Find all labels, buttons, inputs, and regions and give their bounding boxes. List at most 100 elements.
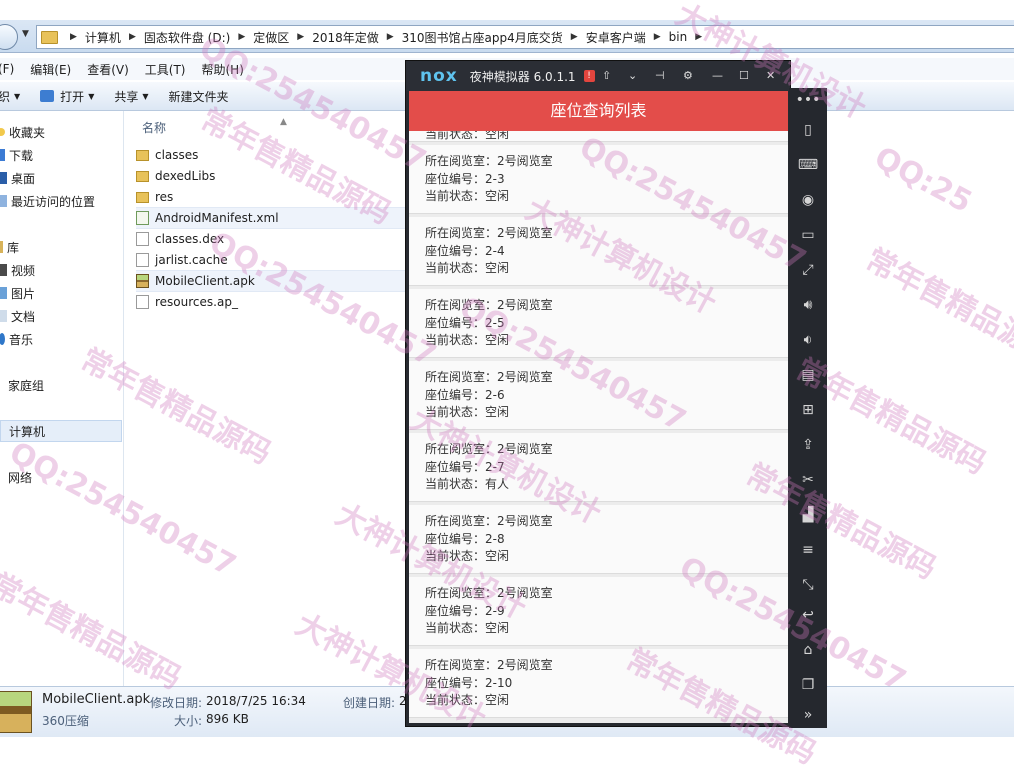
menu-file[interactable]: (F)	[0, 62, 14, 76]
nav-homegroup-label: 家庭组	[8, 378, 45, 393]
open-button[interactable]: 打开 ▼	[40, 88, 94, 105]
column-header-name[interactable]: 名称 ▲	[142, 117, 287, 136]
volume-up-icon[interactable]: 🔊︎	[798, 295, 818, 315]
file-row[interactable]: classes	[136, 145, 416, 165]
screen-icon[interactable]: ▭	[798, 225, 818, 245]
macro-icon[interactable]: ⊞	[798, 400, 818, 420]
file-icon	[136, 295, 149, 309]
file-row[interactable]: resources.ap_	[136, 292, 416, 312]
shake-icon[interactable]: ▯	[798, 120, 818, 140]
menu-edit[interactable]: 编辑(E)	[30, 61, 71, 78]
expand-icon[interactable]: »	[798, 705, 818, 725]
fullscreen-icon[interactable]: ⤢	[798, 260, 818, 280]
close-icon[interactable]: ✕	[766, 69, 775, 82]
gear-icon[interactable]: ⚙	[683, 69, 693, 82]
new-folder-button[interactable]: 新建文件夹	[169, 88, 229, 105]
breadcrumb-2018[interactable]: 2018年定做	[312, 29, 379, 46]
toolbox-icon[interactable]: ▤	[798, 365, 818, 385]
file-row[interactable]: res	[136, 187, 416, 207]
keyboard-icon[interactable]: ⌨	[798, 155, 818, 175]
breadcrumb-bin[interactable]: bin	[669, 30, 688, 44]
breadcrumb-drive[interactable]: 固态软件盘 (D:)	[144, 29, 230, 46]
list-item[interactable]: 所在阅览室：2号阅览室 座位编号：2-3 当前状态：空闲	[409, 145, 788, 214]
list-item[interactable]: 所在阅览室：2号阅览室 座位编号：2-8 当前状态：空闲	[409, 505, 788, 574]
breadcrumb-project[interactable]: 310图书馆占座app4月底交货	[402, 29, 563, 46]
nav-recent[interactable]: 最近访问的位置	[0, 191, 95, 211]
menu-view[interactable]: 查看(V)	[87, 61, 129, 78]
list-item[interactable]: 所在阅览室：2号阅览室 座位编号：2-7 当前状态：有人	[409, 433, 788, 502]
menu-tools[interactable]: 工具(T)	[145, 61, 186, 78]
recent-apps-icon[interactable]: ❐	[798, 675, 818, 695]
maximize-icon[interactable]: ☐	[739, 69, 749, 82]
minimize-icon[interactable]: —	[712, 69, 723, 82]
chevron-right-icon[interactable]: ▶	[695, 32, 702, 42]
share-button[interactable]: 共享 ▼	[114, 88, 148, 105]
file-row[interactable]: classes.dex	[136, 229, 416, 249]
emulator-titlebar[interactable]: nox 夜神模拟器 6.0.1.1 ! ⇧ ⌄ ⊣ ⚙ — ☐ ✕	[406, 61, 790, 91]
history-dropdown-icon[interactable]: ▼	[22, 29, 29, 39]
file-icon	[136, 232, 149, 246]
apk-install-icon[interactable]: ⇪	[798, 435, 818, 455]
nav-pictures[interactable]: 图片	[0, 283, 35, 303]
nav-computer[interactable]: 计算机	[0, 420, 122, 442]
nav-libraries[interactable]: 库	[0, 237, 19, 257]
menu-help[interactable]: 帮助(H)	[202, 61, 244, 78]
menu-icon[interactable]: ≡	[798, 540, 818, 560]
seat-number: 座位编号：2-4	[425, 244, 505, 258]
breadcrumb-computer[interactable]: 计算机	[85, 29, 121, 46]
location-icon[interactable]: ◉	[798, 190, 818, 210]
nav-videos[interactable]: 视频	[0, 260, 35, 280]
alert-badge[interactable]: !	[583, 70, 595, 82]
seat-status: 当前状态：空闲	[425, 131, 510, 141]
list-item[interactable]: 所在阅览室：2号阅览室 座位编号：2-9 当前状态：空闲	[409, 577, 788, 646]
back-icon[interactable]: ↩	[798, 605, 818, 625]
nav-desktop[interactable]: 桌面	[0, 168, 35, 188]
file-row[interactable]: jarlist.cache	[136, 250, 416, 270]
xml-file-icon	[136, 211, 149, 225]
chevron-down-icon[interactable]: ⌄	[628, 69, 637, 82]
pin-icon[interactable]: ⊣	[655, 69, 665, 82]
home-icon[interactable]: ⌂	[798, 640, 818, 660]
nav-homegroup[interactable]: 家庭组	[0, 375, 44, 395]
list-item[interactable]: 当前状态：空闲	[409, 131, 788, 142]
volume-down-icon[interactable]: 🔉︎	[798, 330, 818, 350]
file-row[interactable]: AndroidManifest.xml	[136, 207, 416, 229]
chevron-right-icon[interactable]: ▶	[297, 32, 304, 42]
breadcrumb-custom-area[interactable]: 定做区	[253, 29, 289, 46]
upload-icon[interactable]: ⇧	[602, 69, 611, 82]
folder-icon	[136, 170, 149, 182]
list-item[interactable]: 所在阅览室：2号阅览室 座位编号：2-4 当前状态：空闲	[409, 217, 788, 286]
list-item[interactable]: 所在阅览室：2号阅览室 座位编号：2-10 当前状态：空闲	[409, 649, 788, 718]
chevron-right-icon: ▶	[70, 32, 77, 42]
nav-downloads[interactable]: 下载	[0, 145, 33, 165]
seat-room: 所在阅览室：2号阅览室	[425, 370, 553, 384]
chevron-right-icon[interactable]: ▶	[129, 32, 136, 42]
seat-list[interactable]: 当前状态：空闲 所在阅览室：2号阅览室 座位编号：2-3 当前状态：空闲 所在阅…	[409, 131, 788, 723]
breadcrumb-android-client[interactable]: 安卓客户端	[586, 29, 646, 46]
address-field[interactable]: ▶ 计算机 ▶ 固态软件盘 (D:) ▶ 定做区 ▶ 2018年定做 ▶ 310…	[36, 25, 1014, 49]
resize-icon[interactable]: ⤡	[798, 575, 818, 595]
chevron-right-icon[interactable]: ▶	[654, 32, 661, 42]
more-icon[interactable]: •••	[796, 90, 821, 110]
nav-music[interactable]: 音乐	[0, 329, 33, 349]
folder-icon	[41, 30, 58, 44]
list-item[interactable]: 所在阅览室：2号阅览室 座位编号：2-5 当前状态：空闲	[409, 289, 788, 358]
scissors-icon[interactable]: ✂	[798, 470, 818, 490]
back-button[interactable]	[0, 24, 18, 50]
multi-instance-icon[interactable]: ▟	[798, 505, 818, 525]
file-row[interactable]: MobileClient.apk	[136, 270, 416, 292]
list-item[interactable]: 所在阅览室：2号阅览室 座位编号：2-6 当前状态：空闲	[409, 361, 788, 430]
seat-room: 所在阅览室：2号阅览室	[425, 514, 553, 528]
seat-room: 所在阅览室：2号阅览室	[425, 442, 553, 456]
chevron-right-icon[interactable]: ▶	[238, 32, 245, 42]
nav-favorites[interactable]: 收藏夹	[0, 122, 45, 142]
nav-documents[interactable]: 文档	[0, 306, 35, 326]
nav-network[interactable]: 网络	[0, 467, 32, 487]
emulator-sidebar: ••• ▯ ⌨ ◉ ▭ ⤢ 🔊︎ 🔉︎ ▤ ⊞ ⇪ ✂ ▟ ≡ ⤡ ↩ ⌂ ❐ …	[789, 88, 827, 728]
chevron-right-icon[interactable]: ▶	[387, 32, 394, 42]
chevron-right-icon[interactable]: ▶	[571, 32, 578, 42]
file-row[interactable]: dexedLibs	[136, 166, 416, 186]
organize-button[interactable]: 织 ▼	[0, 88, 20, 105]
seat-status: 当前状态：空闲	[425, 693, 510, 707]
new-folder-label: 新建文件夹	[168, 89, 229, 104]
